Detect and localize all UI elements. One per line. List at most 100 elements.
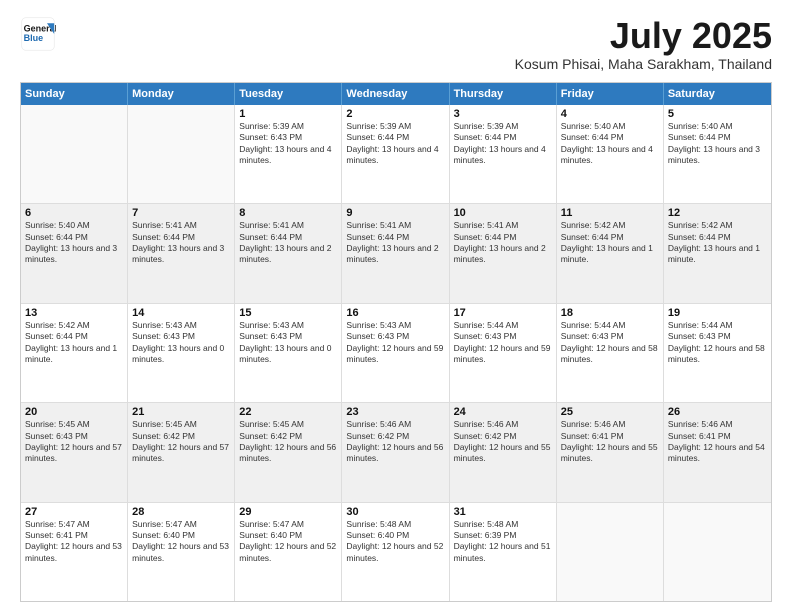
day-info: Sunrise: 5:47 AMSunset: 6:40 PMDaylight:… [239,519,337,565]
day-cell-4: 4Sunrise: 5:40 AMSunset: 6:44 PMDaylight… [557,105,664,203]
day-cell-16: 16Sunrise: 5:43 AMSunset: 6:43 PMDayligh… [342,304,449,402]
day-number: 26 [668,406,767,418]
day-info: Sunrise: 5:43 AMSunset: 6:43 PMDaylight:… [132,320,230,366]
day-cell-3: 3Sunrise: 5:39 AMSunset: 6:44 PMDaylight… [450,105,557,203]
day-cell-10: 10Sunrise: 5:41 AMSunset: 6:44 PMDayligh… [450,204,557,302]
day-cell-9: 9Sunrise: 5:41 AMSunset: 6:44 PMDaylight… [342,204,449,302]
day-info: Sunrise: 5:40 AMSunset: 6:44 PMDaylight:… [668,121,767,167]
day-cell-5: 5Sunrise: 5:40 AMSunset: 6:44 PMDaylight… [664,105,771,203]
day-number: 12 [668,207,767,219]
day-number: 1 [239,108,337,120]
day-number: 11 [561,207,659,219]
day-number: 23 [346,406,444,418]
day-cell-17: 17Sunrise: 5:44 AMSunset: 6:43 PMDayligh… [450,304,557,402]
day-info: Sunrise: 5:47 AMSunset: 6:40 PMDaylight:… [132,519,230,565]
logo: General Blue [20,16,56,52]
day-number: 22 [239,406,337,418]
col-header-wednesday: Wednesday [342,83,449,105]
day-info: Sunrise: 5:40 AMSunset: 6:44 PMDaylight:… [25,220,123,266]
day-info: Sunrise: 5:39 AMSunset: 6:44 PMDaylight:… [346,121,444,167]
day-number: 13 [25,307,123,319]
subtitle: Kosum Phisai, Maha Sarakham, Thailand [515,56,772,72]
day-number: 21 [132,406,230,418]
empty-cell [21,105,128,203]
day-number: 31 [454,506,552,518]
day-number: 24 [454,406,552,418]
day-cell-8: 8Sunrise: 5:41 AMSunset: 6:44 PMDaylight… [235,204,342,302]
page: General Blue July 2025 Kosum Phisai, Mah… [0,0,792,612]
day-cell-13: 13Sunrise: 5:42 AMSunset: 6:44 PMDayligh… [21,304,128,402]
calendar: SundayMondayTuesdayWednesdayThursdayFrid… [20,82,772,602]
day-info: Sunrise: 5:48 AMSunset: 6:40 PMDaylight:… [346,519,444,565]
day-number: 29 [239,506,337,518]
week-row-5: 27Sunrise: 5:47 AMSunset: 6:41 PMDayligh… [21,503,771,601]
day-cell-14: 14Sunrise: 5:43 AMSunset: 6:43 PMDayligh… [128,304,235,402]
day-info: Sunrise: 5:43 AMSunset: 6:43 PMDaylight:… [346,320,444,366]
day-info: Sunrise: 5:42 AMSunset: 6:44 PMDaylight:… [25,320,123,366]
title-block: July 2025 Kosum Phisai, Maha Sarakham, T… [515,16,772,72]
day-cell-2: 2Sunrise: 5:39 AMSunset: 6:44 PMDaylight… [342,105,449,203]
day-cell-26: 26Sunrise: 5:46 AMSunset: 6:41 PMDayligh… [664,403,771,501]
col-header-friday: Friday [557,83,664,105]
day-cell-6: 6Sunrise: 5:40 AMSunset: 6:44 PMDaylight… [21,204,128,302]
day-info: Sunrise: 5:48 AMSunset: 6:39 PMDaylight:… [454,519,552,565]
calendar-header-row: SundayMondayTuesdayWednesdayThursdayFrid… [21,83,771,105]
day-cell-24: 24Sunrise: 5:46 AMSunset: 6:42 PMDayligh… [450,403,557,501]
main-title: July 2025 [515,16,772,56]
day-info: Sunrise: 5:42 AMSunset: 6:44 PMDaylight:… [561,220,659,266]
week-row-2: 6Sunrise: 5:40 AMSunset: 6:44 PMDaylight… [21,204,771,303]
day-cell-28: 28Sunrise: 5:47 AMSunset: 6:40 PMDayligh… [128,503,235,601]
day-number: 10 [454,207,552,219]
day-cell-15: 15Sunrise: 5:43 AMSunset: 6:43 PMDayligh… [235,304,342,402]
week-row-1: 1Sunrise: 5:39 AMSunset: 6:43 PMDaylight… [21,105,771,204]
day-number: 18 [561,307,659,319]
header: General Blue July 2025 Kosum Phisai, Mah… [20,16,772,72]
day-info: Sunrise: 5:46 AMSunset: 6:42 PMDaylight:… [346,419,444,465]
day-number: 4 [561,108,659,120]
day-info: Sunrise: 5:41 AMSunset: 6:44 PMDaylight:… [132,220,230,266]
empty-cell [664,503,771,601]
day-number: 6 [25,207,123,219]
day-number: 30 [346,506,444,518]
day-info: Sunrise: 5:47 AMSunset: 6:41 PMDaylight:… [25,519,123,565]
day-cell-23: 23Sunrise: 5:46 AMSunset: 6:42 PMDayligh… [342,403,449,501]
day-info: Sunrise: 5:44 AMSunset: 6:43 PMDaylight:… [561,320,659,366]
calendar-body: 1Sunrise: 5:39 AMSunset: 6:43 PMDaylight… [21,105,771,601]
day-info: Sunrise: 5:44 AMSunset: 6:43 PMDaylight:… [668,320,767,366]
week-row-4: 20Sunrise: 5:45 AMSunset: 6:43 PMDayligh… [21,403,771,502]
day-info: Sunrise: 5:45 AMSunset: 6:42 PMDaylight:… [239,419,337,465]
col-header-sunday: Sunday [21,83,128,105]
day-cell-21: 21Sunrise: 5:45 AMSunset: 6:42 PMDayligh… [128,403,235,501]
day-number: 7 [132,207,230,219]
empty-cell [557,503,664,601]
day-info: Sunrise: 5:41 AMSunset: 6:44 PMDaylight:… [239,220,337,266]
day-cell-18: 18Sunrise: 5:44 AMSunset: 6:43 PMDayligh… [557,304,664,402]
day-cell-25: 25Sunrise: 5:46 AMSunset: 6:41 PMDayligh… [557,403,664,501]
day-info: Sunrise: 5:45 AMSunset: 6:42 PMDaylight:… [132,419,230,465]
day-info: Sunrise: 5:39 AMSunset: 6:44 PMDaylight:… [454,121,552,167]
day-number: 25 [561,406,659,418]
day-number: 14 [132,307,230,319]
day-number: 27 [25,506,123,518]
day-number: 15 [239,307,337,319]
day-cell-27: 27Sunrise: 5:47 AMSunset: 6:41 PMDayligh… [21,503,128,601]
day-info: Sunrise: 5:41 AMSunset: 6:44 PMDaylight:… [346,220,444,266]
day-info: Sunrise: 5:46 AMSunset: 6:41 PMDaylight:… [561,419,659,465]
day-cell-30: 30Sunrise: 5:48 AMSunset: 6:40 PMDayligh… [342,503,449,601]
svg-text:Blue: Blue [24,33,44,43]
day-cell-20: 20Sunrise: 5:45 AMSunset: 6:43 PMDayligh… [21,403,128,501]
day-number: 19 [668,307,767,319]
day-info: Sunrise: 5:44 AMSunset: 6:43 PMDaylight:… [454,320,552,366]
week-row-3: 13Sunrise: 5:42 AMSunset: 6:44 PMDayligh… [21,304,771,403]
day-info: Sunrise: 5:46 AMSunset: 6:41 PMDaylight:… [668,419,767,465]
day-cell-11: 11Sunrise: 5:42 AMSunset: 6:44 PMDayligh… [557,204,664,302]
day-info: Sunrise: 5:43 AMSunset: 6:43 PMDaylight:… [239,320,337,366]
day-cell-12: 12Sunrise: 5:42 AMSunset: 6:44 PMDayligh… [664,204,771,302]
day-number: 9 [346,207,444,219]
day-info: Sunrise: 5:42 AMSunset: 6:44 PMDaylight:… [668,220,767,266]
day-cell-22: 22Sunrise: 5:45 AMSunset: 6:42 PMDayligh… [235,403,342,501]
day-cell-19: 19Sunrise: 5:44 AMSunset: 6:43 PMDayligh… [664,304,771,402]
day-number: 5 [668,108,767,120]
day-number: 17 [454,307,552,319]
day-info: Sunrise: 5:41 AMSunset: 6:44 PMDaylight:… [454,220,552,266]
